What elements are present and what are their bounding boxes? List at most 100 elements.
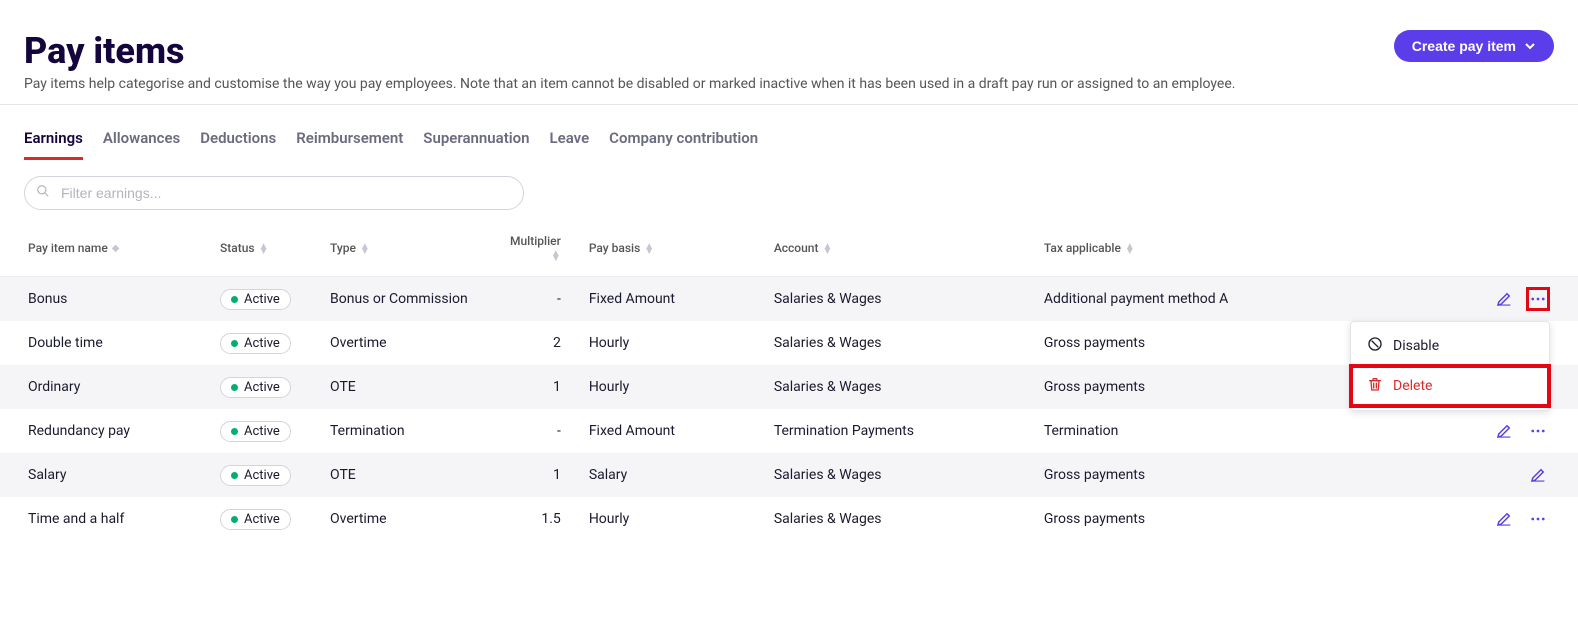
table-row: Time and a halfActiveOvertime1.5HourlySa… [0, 497, 1578, 541]
trash-icon [1367, 376, 1383, 396]
menu-item-label: Disable [1393, 338, 1439, 354]
tab-superannuation[interactable]: Superannuation [423, 129, 529, 160]
cell-type: Bonus or Commission [320, 277, 500, 322]
chevron-down-icon [1524, 40, 1536, 52]
cell-type: OTE [320, 453, 500, 497]
table-row: SalaryActiveOTE1SalarySalaries & WagesGr… [0, 453, 1578, 497]
status-text: Active [244, 380, 280, 395]
status-dot-icon [231, 516, 238, 523]
cell-actions [1458, 409, 1578, 453]
sort-icon: ▲▼ [822, 244, 832, 254]
cell-status: Active [210, 321, 320, 365]
more-actions-button[interactable] [1526, 287, 1550, 311]
edit-button[interactable] [1492, 419, 1516, 443]
cell-account: Salaries & Wages [764, 497, 1034, 541]
column-header-type[interactable]: Type▲▼ [320, 220, 500, 277]
column-header-actions [1458, 220, 1578, 277]
column-header-label: Tax applicable [1044, 241, 1121, 255]
cell-account: Termination Payments [764, 409, 1034, 453]
column-header-status[interactable]: Status▲▼ [210, 220, 320, 277]
cell-tax: Gross payments [1034, 453, 1458, 497]
search-icon [36, 184, 50, 202]
cell-actions [1458, 497, 1578, 541]
cell-multiplier: 2 [500, 321, 579, 365]
cell-type: Overtime [320, 321, 500, 365]
status-text: Active [244, 424, 280, 439]
status-dot-icon [231, 296, 238, 303]
status-text: Active [244, 336, 280, 351]
column-header-account[interactable]: Account▲▼ [764, 220, 1034, 277]
column-header-tax[interactable]: Tax applicable ▲▼ [1034, 220, 1458, 277]
column-header-label: Multiplier [510, 234, 561, 248]
status-badge: Active [220, 465, 291, 486]
cell-name: Salary [0, 453, 210, 497]
tab-company-contribution[interactable]: Company contribution [609, 129, 758, 160]
edit-button[interactable] [1526, 463, 1550, 487]
search-wrapper [24, 176, 524, 210]
status-dot-icon [231, 472, 238, 479]
menu-item-label: Delete [1393, 378, 1432, 394]
table-row: Redundancy payActiveTermination-Fixed Am… [0, 409, 1578, 453]
cell-basis: Hourly [579, 497, 764, 541]
tab-earnings[interactable]: Earnings [24, 129, 83, 160]
cell-status: Active [210, 497, 320, 541]
cell-multiplier: - [500, 277, 579, 322]
status-dot-icon [231, 340, 238, 347]
table-row: OrdinaryActiveOTE1HourlySalaries & Wages… [0, 365, 1578, 409]
create-pay-item-button[interactable]: Create pay item [1394, 30, 1554, 62]
tabs-bar: Earnings Allowances Deductions Reimbursemen… [0, 105, 1578, 160]
cell-multiplier: 1.5 [500, 497, 579, 541]
column-header-label: Account [774, 241, 819, 255]
create-pay-item-label: Create pay item [1412, 38, 1516, 54]
edit-button[interactable] [1492, 507, 1516, 531]
column-header-label: Pay item name [28, 241, 108, 255]
status-text: Active [244, 512, 280, 527]
cell-basis: Fixed Amount [579, 409, 764, 453]
status-badge: Active [220, 333, 291, 354]
cell-account: Salaries & Wages [764, 365, 1034, 409]
disable-icon [1367, 336, 1383, 356]
status-badge: Active [220, 509, 291, 530]
sort-icon: ▲▼ [551, 251, 561, 261]
cell-name: Ordinary [0, 365, 210, 409]
more-actions-button[interactable] [1526, 507, 1550, 531]
sort-icon: ▲▼ [259, 244, 269, 254]
column-header-name[interactable]: Pay item name◆ [0, 220, 210, 277]
sort-icon: ▲▼ [644, 244, 654, 254]
cell-multiplier: 1 [500, 365, 579, 409]
cell-tax: Gross payments [1034, 497, 1458, 541]
cell-tax: Additional payment method A [1034, 277, 1458, 322]
cell-multiplier: - [500, 409, 579, 453]
cell-actions: DisableDelete [1458, 277, 1578, 322]
cell-status: Active [210, 409, 320, 453]
edit-button[interactable] [1492, 287, 1516, 311]
table-row: Double timeActiveOvertime2HourlySalaries… [0, 321, 1578, 365]
tab-reimbursement[interactable]: Reimbursement [296, 129, 403, 160]
page-header: Pay items Pay items help categorise and … [0, 0, 1578, 105]
tab-allowances[interactable]: Allowances [103, 129, 180, 160]
menu-item-delete[interactable]: Delete [1351, 366, 1549, 406]
cell-type: OTE [320, 365, 500, 409]
status-badge: Active [220, 289, 291, 310]
tab-deductions[interactable]: Deductions [200, 129, 276, 160]
column-header-basis[interactable]: Pay basis ▲▼ [579, 220, 764, 277]
cell-account: Salaries & Wages [764, 453, 1034, 497]
cell-multiplier: 1 [500, 453, 579, 497]
row-actions-menu: Disable Delete [1350, 321, 1550, 411]
more-actions-button[interactable] [1526, 419, 1550, 443]
cell-type: Overtime [320, 497, 500, 541]
sort-icon: ▲▼ [1125, 244, 1135, 254]
column-header-label: Pay basis [589, 241, 640, 255]
status-badge: Active [220, 421, 291, 442]
cell-name: Double time [0, 321, 210, 365]
cell-basis: Fixed Amount [579, 277, 764, 322]
filter-input[interactable] [24, 176, 524, 210]
page-title: Pay items [24, 30, 1394, 72]
menu-item-disable[interactable]: Disable [1351, 326, 1549, 366]
cell-actions [1458, 453, 1578, 497]
cell-status: Active [210, 453, 320, 497]
sort-icon: ▲▼ [360, 244, 370, 254]
cell-status: Active [210, 365, 320, 409]
tab-leave[interactable]: Leave [550, 129, 590, 160]
column-header-multiplier[interactable]: Multiplier ▲▼ [500, 220, 579, 277]
